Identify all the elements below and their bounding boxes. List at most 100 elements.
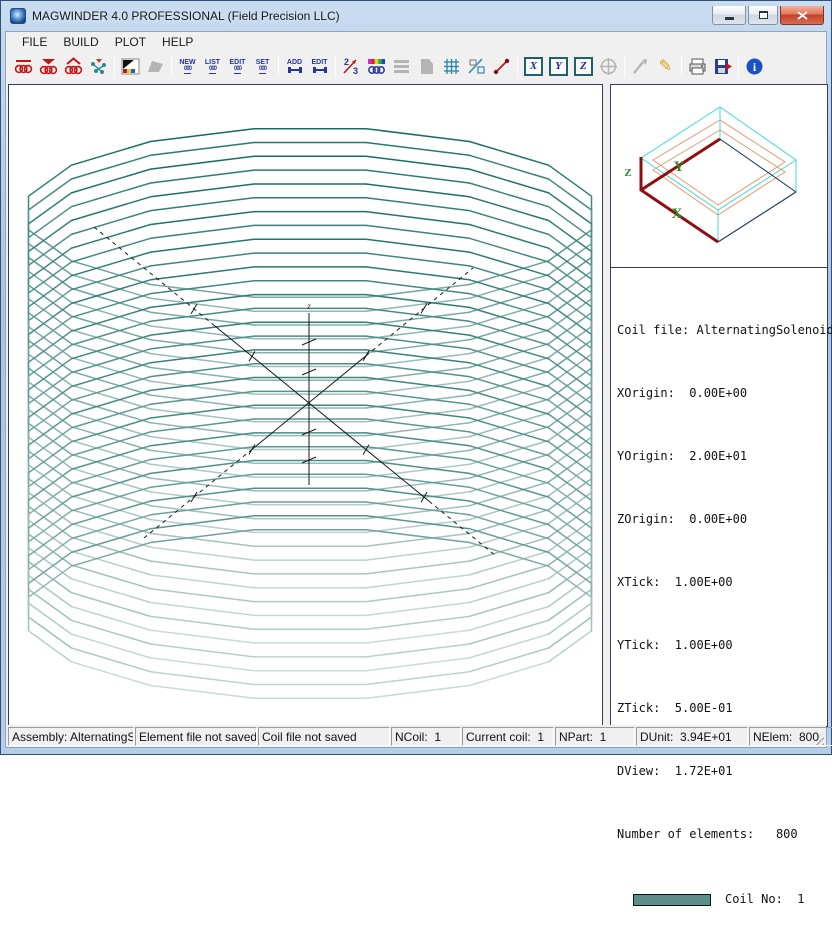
scan-line-icon	[491, 56, 512, 77]
report-button	[414, 54, 439, 79]
coil-arrow-up-icon	[63, 56, 84, 77]
new-coil-icon: NEW000	[179, 59, 195, 74]
toolbar-separator	[171, 55, 172, 77]
grid-icon	[441, 56, 462, 77]
axes-lines	[641, 139, 720, 242]
brush-icon-disabled	[630, 56, 651, 77]
scan-line-button[interactable]	[489, 54, 514, 79]
coil-file-line: Coil file: AlternatingSolenoid	[617, 320, 821, 341]
toolbar-separator	[114, 55, 115, 77]
toolbar-separator	[681, 55, 682, 77]
pencil-icon: ✎	[659, 56, 672, 76]
list-view-button	[389, 54, 414, 79]
status-assembly: Assembly: AlternatingS	[8, 727, 134, 746]
maximize-button[interactable]	[748, 6, 778, 25]
axis-labels: Y X Z	[624, 159, 684, 222]
info-panel: Coil file: AlternatingSolenoid XOrigin: …	[611, 268, 827, 952]
scatter-arrows-icon	[88, 56, 109, 77]
edit-coil-button[interactable]: EDIT000	[225, 54, 250, 79]
list-coil-button[interactable]: LIST000	[200, 54, 225, 79]
menu-build[interactable]: BUILD	[55, 33, 106, 51]
title-bar[interactable]: MAGWINDER 4.0 PROFESSIONAL (Field Precis…	[1, 1, 831, 31]
color-coils-icon	[366, 56, 387, 77]
z-axis-label: Z	[624, 167, 631, 179]
view-y-icon: Y	[549, 57, 568, 76]
page-icon-disabled	[416, 56, 437, 77]
list-coil-icon: LIST000	[205, 59, 220, 74]
palette-button[interactable]	[118, 54, 143, 79]
menu-file[interactable]: FILE	[14, 33, 55, 51]
view-y-button[interactable]: Y	[546, 54, 571, 79]
crosshair-icon-disabled	[598, 56, 619, 77]
surface-plot-button	[143, 54, 168, 79]
view-z-icon: Z	[574, 57, 593, 76]
close-icon	[797, 11, 808, 20]
y-axis-label: Y	[674, 159, 685, 175]
box-front-edge	[718, 192, 796, 242]
main-content: z	[6, 80, 826, 725]
annotate-button	[628, 54, 653, 79]
grid-toggle-button[interactable]	[439, 54, 464, 79]
status-element-file: Element file not saved	[135, 727, 257, 746]
maximize-icon	[759, 11, 768, 19]
edit-part-icon: EDIT	[312, 59, 328, 74]
x-origin-line: XOrigin: 0.00E+00	[617, 383, 821, 404]
close-button[interactable]	[780, 6, 824, 25]
center-view-button	[596, 54, 621, 79]
coil-bar-icon	[13, 56, 34, 77]
status-npart: NPart: 1	[555, 727, 635, 746]
save-icon	[712, 56, 733, 77]
svg-text:z: z	[306, 301, 311, 311]
info-icon: i	[744, 56, 765, 77]
orientation-view: Y X Z	[611, 85, 827, 268]
toolbar-separator	[624, 55, 625, 77]
app-icon	[10, 8, 26, 24]
status-dunit: DUnit: 3.94E+01	[636, 727, 748, 746]
add-part-icon: ADD	[287, 59, 303, 74]
print-button[interactable]	[685, 54, 710, 79]
svg-text:3: 3	[353, 66, 358, 76]
toggle-2d-3d-button[interactable]: 23	[339, 54, 364, 79]
toolbar-separator	[278, 55, 279, 77]
edit-annotation-button[interactable]: ✎	[653, 54, 678, 79]
toolbar-separator	[517, 55, 518, 77]
orientation-box: Y X Z	[611, 85, 827, 267]
menu-plot[interactable]: PLOT	[107, 33, 154, 51]
list-icon-disabled	[391, 56, 412, 77]
status-bar: Assembly: AlternatingS Element file not …	[6, 725, 826, 747]
status-coil-file: Coil file not saved	[258, 727, 390, 746]
minimize-button[interactable]	[712, 6, 746, 25]
export-coil-button[interactable]	[61, 54, 86, 79]
import-coil-button[interactable]	[36, 54, 61, 79]
open-coil-file-button[interactable]	[11, 54, 36, 79]
coil-legend-row: Coil No: 1	[617, 889, 821, 910]
dimension-toggle-icon: 23	[341, 56, 362, 77]
surface-icon-disabled	[145, 56, 166, 77]
menu-help[interactable]: HELP	[154, 33, 201, 51]
side-panel: Y X Z Coil file: AlternatingSolenoid XOr…	[610, 84, 828, 727]
minimize-icon	[725, 17, 734, 20]
set-coil-button[interactable]: SET000	[250, 54, 275, 79]
add-part-button[interactable]: ADD	[282, 54, 307, 79]
toolbar: NEW000 LIST000 EDIT000 SET000 ADD EDIT 2…	[6, 52, 826, 80]
view-z-button[interactable]: Z	[571, 54, 596, 79]
coil-color-swatch	[633, 894, 711, 906]
d-view-line: DView: 1.72E+01	[617, 761, 821, 782]
view-x-button[interactable]: X	[521, 54, 546, 79]
menu-bar: FILE BUILD PLOT HELP	[6, 32, 826, 52]
client-area: FILE BUILD PLOT HELP NEW000 LIST000 EDIT…	[5, 31, 827, 748]
clip-plane-icon	[466, 56, 487, 77]
color-coils-button[interactable]	[364, 54, 389, 79]
status-current-coil: Current coil: 1	[462, 727, 554, 746]
info-button[interactable]: i	[742, 54, 767, 79]
edit-part-button[interactable]: EDIT	[307, 54, 332, 79]
window-controls	[710, 6, 824, 25]
window-title: MAGWINDER 4.0 PROFESSIONAL (Field Precis…	[32, 9, 340, 23]
parts-tree-button[interactable]	[86, 54, 111, 79]
elements-count-line: Number of elements: 800	[617, 824, 821, 845]
save-plot-button[interactable]	[710, 54, 735, 79]
z-origin-line: ZOrigin: 0.00E+00	[617, 509, 821, 530]
clip-plane-button[interactable]	[464, 54, 489, 79]
palette-icon	[120, 56, 141, 77]
new-coil-button[interactable]: NEW000	[175, 54, 200, 79]
